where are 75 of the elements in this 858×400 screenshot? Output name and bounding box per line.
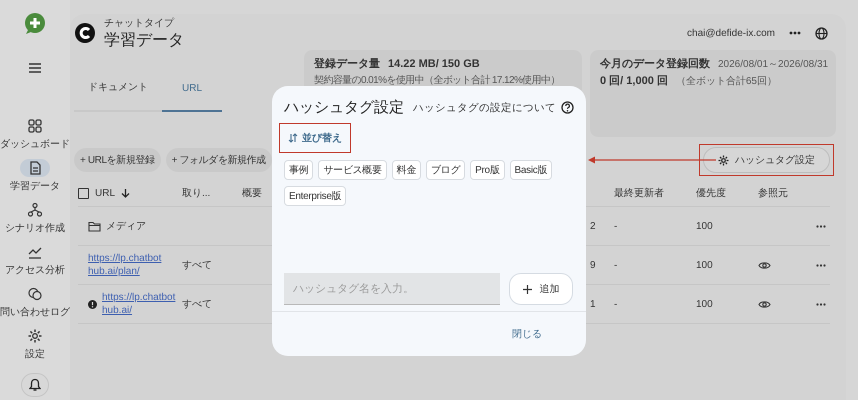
sidebar-item[interactable]: 問い合わせログ — [0, 285, 70, 319]
sidebar-item[interactable]: 学習データ — [10, 159, 60, 193]
hashtag-chip[interactable]: Pro版 — [470, 160, 504, 180]
column-header: 参照元 — [758, 186, 788, 200]
more-icon[interactable] — [816, 224, 826, 228]
table-cell: 2 — [590, 220, 596, 232]
period-text: 2026/08/01～2026/08/31 — [718, 58, 828, 70]
card-note: 契約容量の0.01%を使用中（全ボット合計 17.12%使用中） — [314, 74, 561, 87]
count-value: 0 回/ 1,000 回 — [600, 74, 668, 88]
table-cell-text: すべて — [182, 259, 212, 272]
table-cell: 9 — [590, 260, 596, 270]
hashtag-chip[interactable]: 事例 — [284, 160, 314, 180]
hashtag-chip[interactable]: サービス概要 — [318, 160, 387, 180]
table-cell: 100 — [696, 260, 713, 270]
dialog-title: ハッシュタグ設定 — [284, 98, 405, 117]
page-subtitle: チャットタイプ — [104, 16, 176, 30]
logo-icon — [24, 12, 46, 34]
column-header: 取り... — [182, 187, 210, 200]
table-cell: 1 — [590, 298, 596, 310]
close-button[interactable]: 閉じる — [506, 326, 548, 342]
bell-icon — [29, 378, 41, 392]
sidebar-item[interactable]: ダッシュボード — [0, 117, 70, 151]
app-logo-icon — [74, 22, 96, 44]
more-icon[interactable] — [816, 302, 826, 306]
chat-icon — [27, 286, 43, 302]
url-link[interactable]: https://lp.chatbothub.ai/ — [102, 291, 176, 317]
action-button[interactable]: + URLを新規登録 — [74, 148, 161, 172]
settings-icon — [27, 328, 43, 344]
more-icon[interactable] — [816, 264, 826, 266]
storage-value: 14.22 MB/ 150 GB — [388, 58, 480, 70]
sidebar-item[interactable]: 設定 — [20, 327, 50, 361]
column-header: 概要 — [242, 186, 262, 200]
folder-name[interactable]: メディア — [106, 219, 146, 233]
checkbox[interactable] — [78, 188, 89, 198]
notification-button[interactable] — [21, 373, 49, 397]
hashtag-input[interactable]: ハッシュタグ名を入力。 — [284, 273, 500, 305]
settings-icon — [718, 154, 729, 166]
page-title: 学習データ — [104, 30, 184, 50]
globe-icon[interactable] — [815, 26, 828, 40]
table-cell-text: すべて — [182, 298, 212, 311]
menu-icon[interactable] — [28, 62, 42, 74]
table-cell: - — [614, 220, 618, 232]
action-button[interactable]: + フォルダを新規作成 — [166, 148, 272, 172]
grid-icon — [27, 118, 43, 134]
column-header: 優先度 — [696, 186, 726, 200]
hashtag-chip[interactable]: Enterprise版 — [284, 186, 346, 206]
more-icon[interactable] — [789, 31, 801, 35]
tab[interactable]: URL — [162, 83, 222, 112]
sort-icon — [288, 133, 298, 143]
flow-icon — [27, 202, 43, 218]
column-header: URL — [95, 188, 116, 198]
table-cell: - — [614, 298, 618, 310]
table-cell: 100 — [696, 298, 713, 310]
table-cell: - — [614, 260, 618, 270]
sort-button[interactable]: 並び替え — [286, 127, 344, 149]
add-button[interactable]: 追加 — [509, 273, 573, 305]
table-cell: 100 — [696, 220, 713, 232]
account-email: chai@defide-ix.com — [687, 28, 775, 38]
tab[interactable]: ドキュメント — [74, 80, 162, 112]
sort-down-icon[interactable] — [121, 188, 130, 198]
column-header: 最終更新者 — [614, 186, 664, 200]
sidebar-item[interactable]: アクセス分析 — [5, 243, 65, 277]
card-title: 登録データ量 — [314, 56, 380, 71]
folder-icon — [88, 220, 101, 232]
hashtag-chip[interactable]: ブログ — [426, 160, 466, 180]
url-link[interactable]: https://lp.chatbothub.ai/plan/ — [88, 252, 164, 278]
sidebar-item[interactable]: シナリオ作成 — [5, 201, 65, 235]
hashtag-settings-button[interactable]: ハッシュタグ設定 — [703, 147, 830, 173]
help-icon[interactable] — [561, 101, 574, 114]
hashtag-chip[interactable]: 料金 — [392, 160, 422, 180]
help-link[interactable]: ハッシュタグの設定について — [413, 100, 556, 114]
plus-icon — [522, 284, 532, 294]
card-title: 今月のデータ登録回数 — [600, 56, 710, 71]
hashtag-chip[interactable]: Basic版 — [510, 160, 552, 180]
card-note: （全ボット合計65回） — [676, 74, 777, 88]
